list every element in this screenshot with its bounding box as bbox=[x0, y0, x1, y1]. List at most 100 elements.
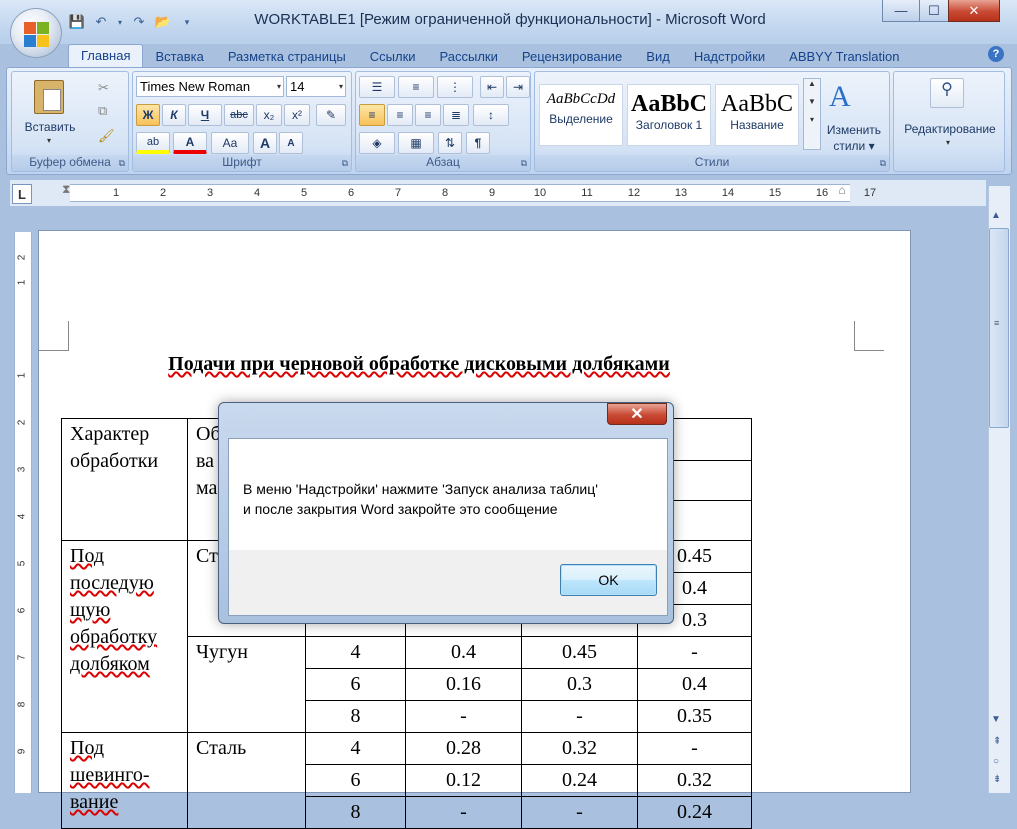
binoculars-icon[interactable]: ⚲ bbox=[930, 78, 964, 108]
next-page-icon[interactable]: ⇟ bbox=[993, 774, 1001, 785]
customize-qat-icon[interactable]: ▾ bbox=[178, 13, 196, 31]
subscript-button[interactable]: x₂ bbox=[256, 104, 282, 126]
scroll-down-icon[interactable]: ▼ bbox=[991, 714, 1001, 725]
previous-page-icon[interactable]: ⇞ bbox=[993, 736, 1001, 747]
vruler-mark: 2 bbox=[16, 254, 28, 261]
font-launcher-icon[interactable]: ⧉ bbox=[342, 158, 348, 169]
paragraph-launcher-icon[interactable]: ⧉ bbox=[521, 158, 527, 169]
increase-indent-icon[interactable]: ⇥ bbox=[506, 76, 530, 98]
style-emphasis[interactable]: AaBbCcDd Выделение bbox=[539, 84, 623, 146]
tab-review[interactable]: Рецензирование bbox=[510, 46, 634, 68]
help-icon[interactable]: ? bbox=[988, 46, 1004, 62]
table-cell: 0.28 bbox=[405, 732, 522, 765]
table-cell: 8 bbox=[305, 796, 406, 829]
style-heading-1[interactable]: AaBbC Заголовок 1 bbox=[627, 84, 711, 146]
style-sample: AaBbCcDd bbox=[546, 91, 616, 107]
tab-insert[interactable]: Вставка bbox=[143, 46, 215, 68]
tab-abbyy[interactable]: ABBYY Translation bbox=[777, 46, 911, 68]
sort-icon[interactable]: ⇅ bbox=[438, 132, 462, 154]
font-name-dropdown-icon[interactable]: ▾ bbox=[277, 77, 281, 96]
justify-icon[interactable]: ≣ bbox=[443, 104, 469, 126]
scroll-up-icon[interactable]: ▲ bbox=[991, 210, 1001, 221]
superscript-button[interactable]: x² bbox=[284, 104, 310, 126]
material-cell: Чугун bbox=[187, 636, 306, 733]
table-cell: 0.12 bbox=[405, 764, 522, 797]
underline-button[interactable]: Ч bbox=[188, 104, 222, 126]
font-name-input[interactable]: Times New Roman ▾ bbox=[136, 76, 284, 97]
decrease-indent-icon[interactable]: ⇤ bbox=[480, 76, 504, 98]
close-button[interactable]: ✕ bbox=[948, 0, 1000, 22]
align-center-icon[interactable]: ≡ bbox=[387, 104, 413, 126]
tab-selector-button[interactable]: L bbox=[12, 184, 32, 204]
styles-scroll[interactable]: ▲ ▼ ▾ bbox=[803, 78, 821, 150]
shrink-font-button[interactable]: A bbox=[279, 132, 303, 154]
font-size-dropdown-icon[interactable]: ▾ bbox=[339, 77, 343, 96]
tab-addins[interactable]: Надстройки bbox=[682, 46, 777, 68]
paste-icon[interactable] bbox=[34, 80, 64, 114]
clipboard-launcher-icon[interactable]: ⧉ bbox=[119, 158, 125, 169]
change-case-button[interactable]: Aa bbox=[211, 132, 249, 154]
format-painter-icon[interactable]: 🖌 bbox=[98, 128, 115, 144]
table-cell: - bbox=[637, 636, 752, 669]
bullets-icon[interactable]: ☰ bbox=[359, 76, 395, 98]
multilevel-list-icon[interactable]: ⋮ bbox=[437, 76, 473, 98]
styles-group: AaBbCcDd Выделение AaBbC Заголовок 1 AaB… bbox=[534, 71, 890, 172]
borders-icon[interactable]: ▦ bbox=[398, 132, 434, 154]
tab-mailings[interactable]: Рассылки bbox=[428, 46, 510, 68]
line-spacing-icon[interactable]: ↕ bbox=[473, 104, 509, 126]
change-styles-icon[interactable]: A bbox=[829, 80, 851, 114]
italic-button[interactable]: К bbox=[162, 104, 186, 126]
maximize-button[interactable]: ☐ bbox=[919, 0, 949, 22]
styles-launcher-icon[interactable]: ⧉ bbox=[880, 158, 886, 169]
font-color-icon[interactable]: A bbox=[173, 132, 207, 154]
highlight-color-icon[interactable]: ab bbox=[136, 132, 170, 154]
ok-button[interactable]: OK bbox=[560, 564, 657, 596]
horizontal-ruler[interactable]: 1 2 3 4 5 6 7 8 9 10 11 12 13 14 15 16 ⌂… bbox=[70, 183, 876, 202]
tab-page-layout[interactable]: Разметка страницы bbox=[216, 46, 358, 68]
dialog-close-button[interactable]: ✕ bbox=[607, 403, 667, 425]
undo-dropdown-icon[interactable]: ▾ bbox=[116, 13, 124, 31]
scrollbar-thumb[interactable] bbox=[989, 228, 1009, 428]
clear-formatting-icon[interactable]: ✎ bbox=[316, 104, 346, 126]
vruler-mark: 6 bbox=[16, 607, 28, 614]
style-title[interactable]: AaBbC Название bbox=[715, 84, 799, 146]
editing-button[interactable]: Редактирование bbox=[894, 122, 1006, 136]
minimize-button[interactable]: — bbox=[882, 0, 920, 22]
table-row: Под шевинго-вание Сталь 4 0.28 0.32 - bbox=[61, 732, 752, 829]
left-indent-icon[interactable]: ⧗ bbox=[62, 182, 70, 197]
font-size-input[interactable]: 14 ▾ bbox=[286, 76, 346, 97]
table-cell: - bbox=[521, 796, 638, 829]
numbering-icon[interactable]: ≡ bbox=[398, 76, 434, 98]
copy-icon[interactable]: ⧉ bbox=[98, 103, 107, 119]
show-formatting-icon[interactable]: ¶ bbox=[466, 132, 490, 154]
paste-button[interactable]: Вставить bbox=[20, 120, 80, 134]
table-cell: 0.32 bbox=[521, 732, 638, 765]
paragraph-group: ☰ ≡ ⋮ ⇤ ⇥ ≡ ≡ ≡ ≣ ↕ ◈ ▦ ⇅ ¶ Абзац ⧉ bbox=[355, 71, 531, 172]
tab-home[interactable]: Главная bbox=[68, 44, 144, 68]
grow-font-button[interactable]: A bbox=[253, 132, 277, 154]
paste-dropdown-icon[interactable]: ▾ bbox=[47, 136, 51, 145]
vruler-mark: 1 bbox=[16, 372, 28, 379]
tab-references[interactable]: Ссылки bbox=[358, 46, 428, 68]
group-cell: Под последую щую обработку долбяком bbox=[61, 540, 188, 733]
right-indent-icon[interactable]: ⌂ bbox=[838, 183, 845, 197]
undo-icon[interactable]: ↶ bbox=[92, 13, 110, 31]
select-browse-object-icon[interactable]: ○ bbox=[993, 756, 999, 767]
shading-icon[interactable]: ◈ bbox=[359, 132, 395, 154]
cut-icon[interactable]: ✂ bbox=[98, 80, 109, 96]
save-icon[interactable]: 💾 bbox=[68, 13, 86, 31]
vertical-ruler[interactable]: 2 1 1 2 3 4 5 6 7 8 9 bbox=[14, 232, 32, 793]
change-styles-button[interactable]: Изменить стили ▾ bbox=[823, 122, 885, 154]
tab-view[interactable]: Вид bbox=[634, 46, 682, 68]
align-right-icon[interactable]: ≡ bbox=[415, 104, 441, 126]
editing-dropdown-icon[interactable]: ▾ bbox=[946, 138, 950, 147]
office-button[interactable] bbox=[10, 8, 62, 58]
vruler-mark: 7 bbox=[16, 654, 28, 661]
redo-icon[interactable]: ↷ bbox=[130, 13, 148, 31]
strikethrough-button[interactable]: abc bbox=[224, 104, 254, 126]
table-cell: 0.45 bbox=[521, 636, 638, 669]
open-folder-icon[interactable]: 📂 bbox=[154, 13, 172, 31]
bold-button[interactable]: Ж bbox=[136, 104, 160, 126]
align-left-icon[interactable]: ≡ bbox=[359, 104, 385, 126]
style-name: Заголовок 1 bbox=[635, 118, 703, 132]
